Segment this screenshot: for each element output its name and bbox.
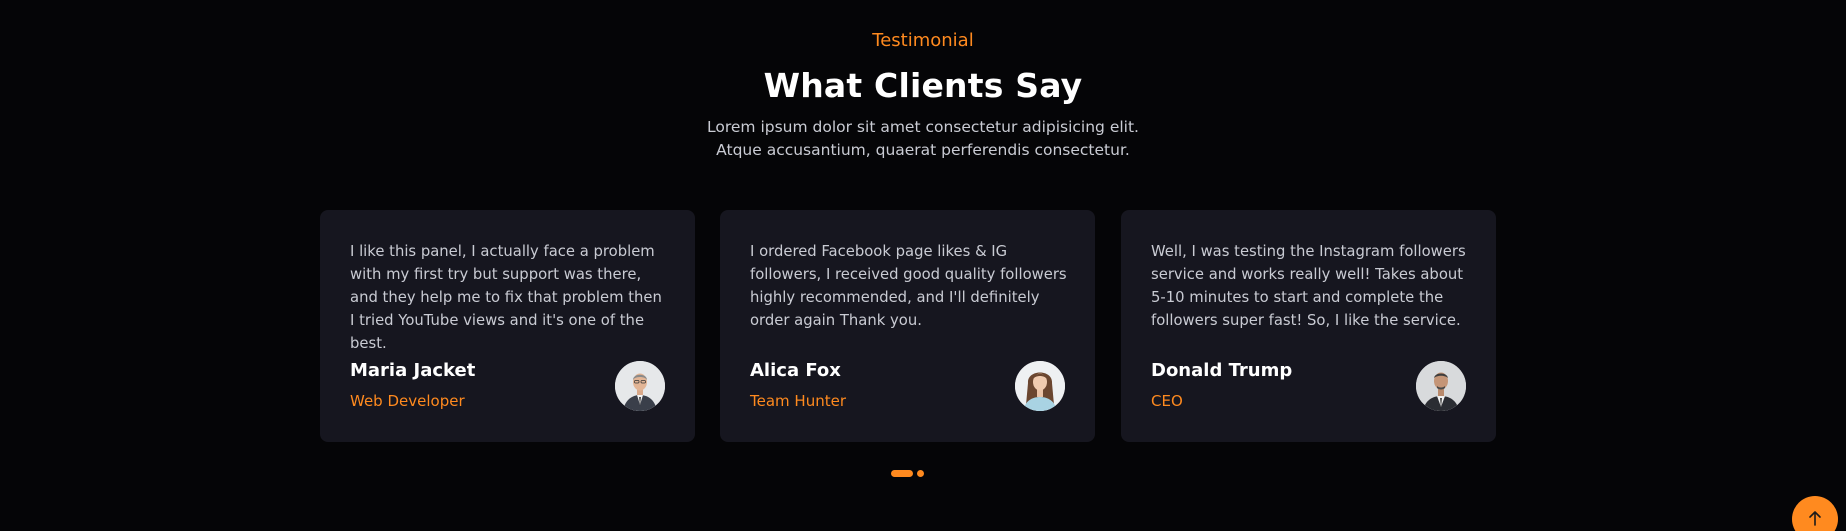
testimonial-card: I like this panel, I actually face a pro… <box>320 210 695 442</box>
scroll-to-top-button[interactable] <box>1792 496 1838 531</box>
testimonial-card: Well, I was testing the Instagram follow… <box>1121 210 1496 442</box>
avatar <box>615 361 665 411</box>
pagination-dot-active[interactable] <box>891 470 913 477</box>
section-subtitle: Lorem ipsum dolor sit amet consectetur a… <box>707 118 1139 159</box>
avatar <box>1015 361 1065 411</box>
testimonial-carousel[interactable]: I like this panel, I actually face a pro… <box>320 210 1496 442</box>
client-role: Web Developer <box>350 392 465 410</box>
client-name: Donald Trump <box>1151 360 1293 381</box>
carousel-pagination <box>891 470 931 478</box>
testimonial-text: Well, I was testing the Instagram follow… <box>1151 243 1466 329</box>
testimonial-text: I like this panel, I actually face a pro… <box>350 243 662 352</box>
client-name: Alica Fox <box>750 360 841 381</box>
pagination-dot[interactable] <box>917 470 924 477</box>
client-role: Team Hunter <box>750 392 846 410</box>
client-role: CEO <box>1151 392 1183 410</box>
section-kicker: Testimonial <box>872 30 974 51</box>
section-title: What Clients Say <box>763 66 1083 105</box>
avatar <box>1416 361 1466 411</box>
testimonial-card: I ordered Facebook page likes & IG follo… <box>720 210 1095 442</box>
testimonial-text: I ordered Facebook page likes & IG follo… <box>750 243 1067 329</box>
testimonial-section: Testimonial What Clients Say Lorem ipsum… <box>0 0 1846 531</box>
client-name: Maria Jacket <box>350 360 476 381</box>
